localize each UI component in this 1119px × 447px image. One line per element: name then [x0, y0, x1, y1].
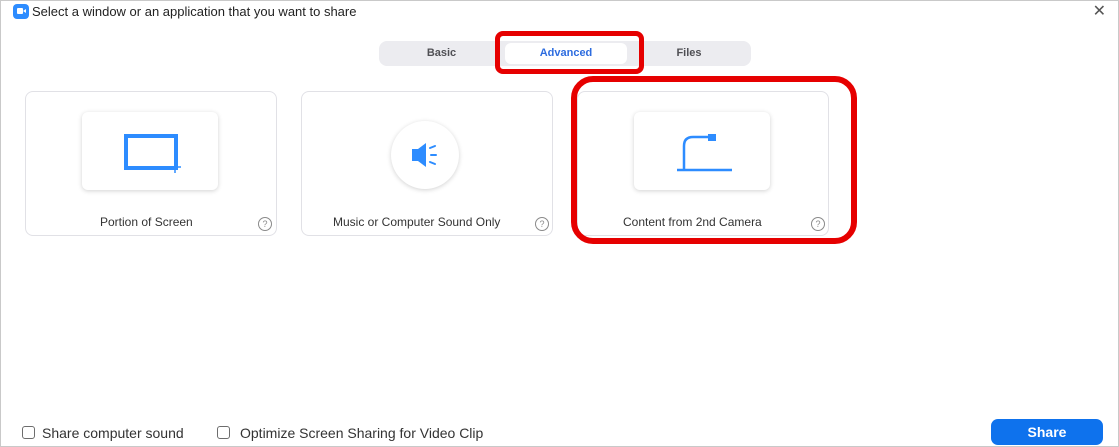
option-label: Music or Computer Sound Only [333, 215, 501, 229]
footer-bar: Share computer sound Optimize Screen Sha… [1, 419, 1118, 447]
speaker-icon [391, 121, 459, 189]
share-computer-sound-label[interactable]: Share computer sound [42, 425, 184, 441]
help-icon[interactable]: ? [258, 217, 272, 231]
tab-advanced[interactable]: Advanced [505, 43, 627, 64]
share-button[interactable]: Share [991, 419, 1103, 445]
window-title: Select a window or an application that y… [32, 4, 357, 19]
help-icon[interactable]: ? [535, 217, 549, 231]
option-content-from-2nd-camera[interactable]: Content from 2nd Camera ? [577, 91, 829, 236]
option-label: Content from 2nd Camera [623, 215, 762, 229]
portion-of-screen-icon [82, 112, 218, 190]
option-computer-sound-only[interactable]: Music or Computer Sound Only ? [301, 91, 553, 236]
document-camera-icon [634, 112, 770, 190]
share-computer-sound-checkbox[interactable] [22, 426, 35, 439]
title-bar: Select a window or an application that y… [1, 1, 1118, 23]
tab-basic[interactable]: Basic [379, 41, 504, 66]
zoom-app-icon [13, 4, 29, 19]
option-label: Portion of Screen [100, 215, 193, 229]
option-portion-of-screen[interactable]: Portion of Screen ? [25, 91, 277, 236]
close-icon[interactable]: ✕ [1093, 3, 1106, 21]
share-screen-dialog: Select a window or an application that y… [0, 0, 1119, 447]
optimize-video-clip-label[interactable]: Optimize Screen Sharing for Video Clip [240, 425, 483, 441]
optimize-video-clip-checkbox[interactable] [217, 426, 230, 439]
share-tabs: Basic Advanced Files [379, 41, 751, 66]
tab-files[interactable]: Files [627, 41, 751, 66]
help-icon[interactable]: ? [811, 217, 825, 231]
